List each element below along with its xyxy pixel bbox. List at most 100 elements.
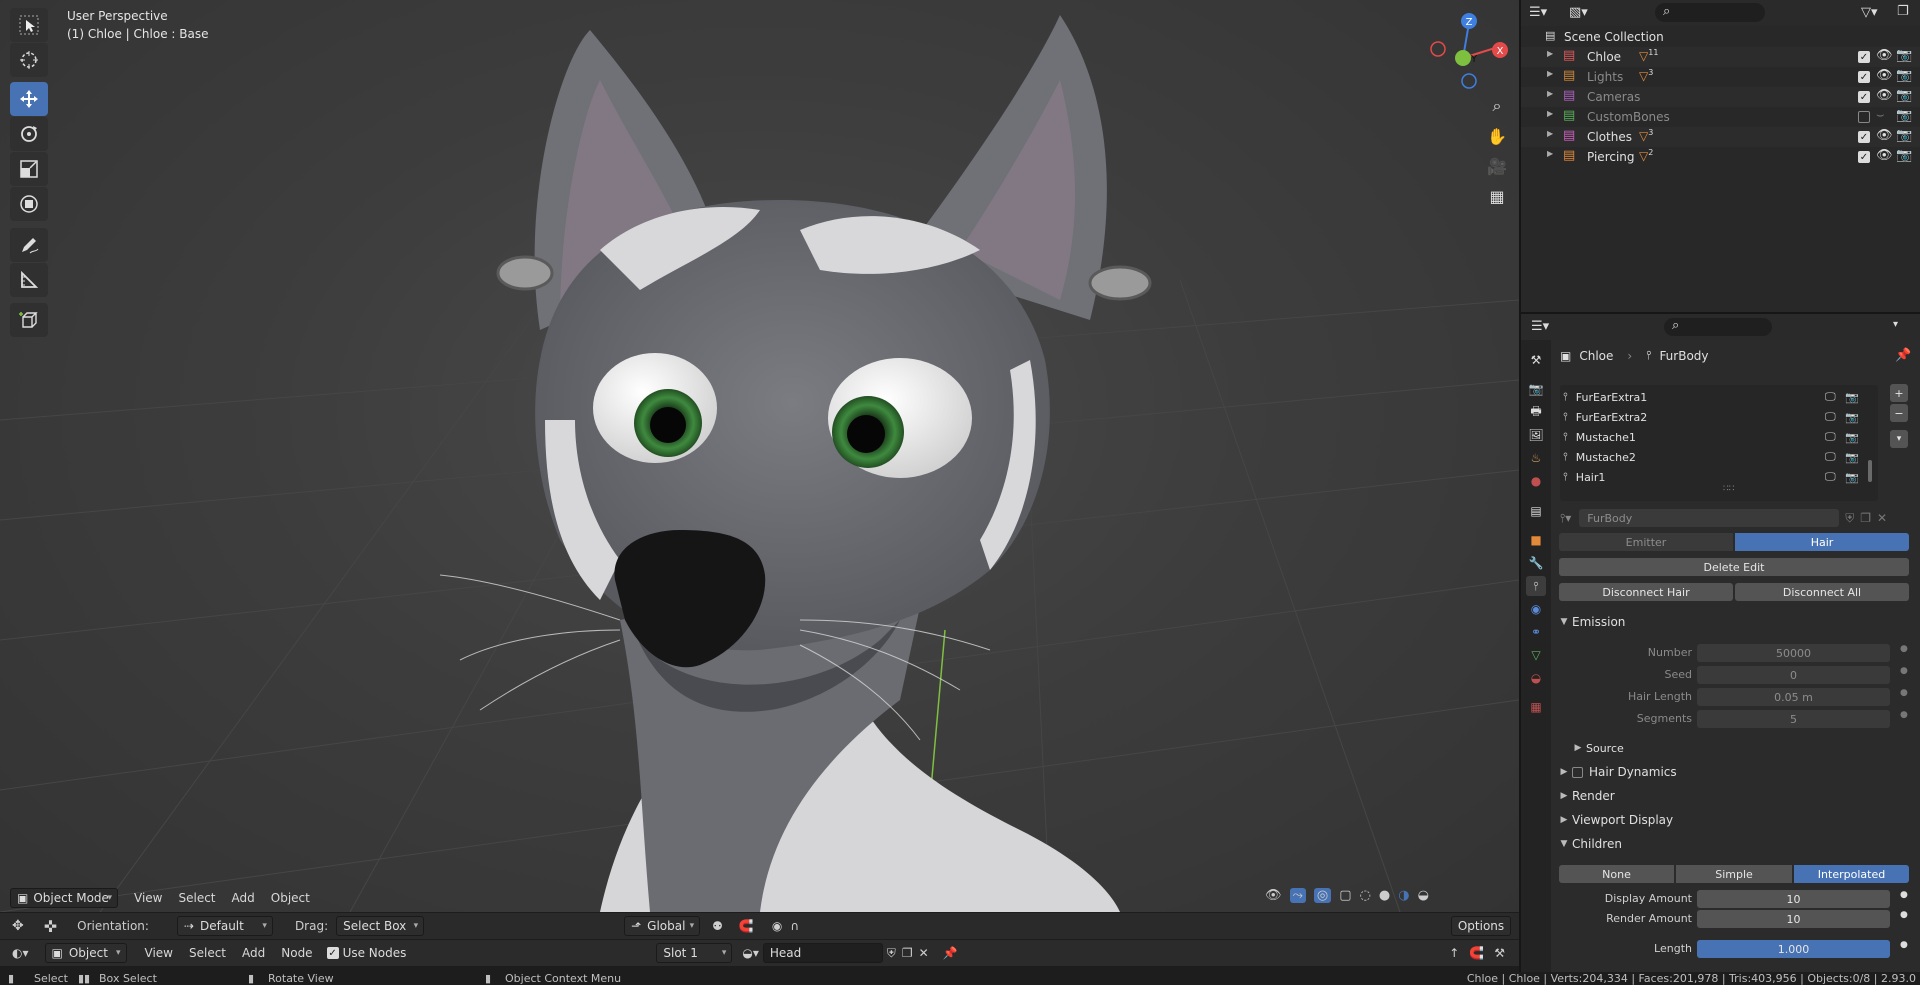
particle-system-item[interactable]: ⫯ FurEarExtra2 🖵 📷 — [1563, 407, 1863, 427]
render-camera-icon[interactable]: 📷 — [1896, 68, 1912, 83]
outliner-row-clothes[interactable]: ▶ ▤ Clothes ▽3 ✓ 👁 📷 — [1521, 127, 1920, 147]
emission-field-value[interactable]: 5 — [1697, 710, 1890, 728]
physics-tab-icon[interactable]: ◉ — [1526, 599, 1546, 619]
disconnect-all-button[interactable]: Disconnect All — [1735, 583, 1909, 601]
expand-arrow-icon[interactable]: ▶ — [1547, 89, 1553, 98]
visibility-eye-icon[interactable]: 👁 — [1265, 888, 1282, 903]
wireframe-shading-icon[interactable]: ◌ — [1360, 888, 1371, 903]
add-menu[interactable]: Add — [224, 888, 263, 908]
emission-panel-header[interactable]: ▼ Emission — [1556, 611, 1920, 633]
particle-system-item[interactable]: ⫯ FurEarExtra1 🖵 📷 — [1563, 387, 1863, 407]
transform-orientation-dropdown[interactable]: ⬏ Global ▾ — [624, 916, 701, 936]
duplicate-material-icon[interactable]: ❐ — [902, 946, 913, 960]
show-viewport-icon[interactable]: 🖵 — [1825, 390, 1836, 404]
select-tool-button[interactable] — [10, 8, 48, 42]
options-dropdown[interactable]: Options — [1451, 916, 1511, 936]
particle-settings-name-field[interactable]: FurBody — [1579, 509, 1840, 527]
keyframe-dot-icon[interactable]: ● — [1900, 940, 1908, 950]
outliner-row-cameras[interactable]: ▶ ▤ Cameras ✓ 👁 📷 — [1521, 87, 1920, 107]
use-nodes-checkbox[interactable]: ✓ — [326, 947, 339, 959]
source-subpanel-header[interactable]: ▶ Source — [1570, 737, 1920, 759]
list-resize-grip-icon[interactable]: ∷∷ — [1723, 484, 1734, 494]
render-camera-icon[interactable]: 📷 — [1845, 471, 1859, 484]
transform-tool-button[interactable] — [10, 187, 48, 221]
render-camera-icon[interactable]: 📷 — [1896, 48, 1912, 63]
material-name-field[interactable]: Head — [762, 943, 883, 963]
object-mode-dropdown[interactable]: ▣ Object Mode ▾ — [10, 888, 118, 908]
move-tool-button[interactable] — [10, 82, 48, 116]
object-menu[interactable]: Object — [263, 888, 318, 908]
add-cube-tool-button[interactable] — [10, 303, 48, 337]
filter-icon[interactable]: ▽▾ — [1861, 5, 1878, 20]
exclude-checkbox[interactable]: ✓ — [1858, 51, 1870, 63]
tool-icon[interactable]: ✥ — [12, 918, 24, 934]
material-slot-dropdown[interactable]: Slot 1 ▾ — [656, 943, 733, 963]
gizmo-toggle-icon[interactable]: ⤳ — [1289, 888, 1306, 903]
outliner-row-piercing[interactable]: ▶ ▤ Piercing ▽2 ✓ 👁 📷 — [1521, 147, 1920, 167]
zoom-icon[interactable]: ⌕ — [1482, 91, 1512, 121]
list-specials-chevron-down-icon[interactable]: ▾ — [1890, 430, 1908, 448]
node-add-menu[interactable]: Add — [234, 943, 273, 963]
display-mode-icon[interactable]: ☰▾ — [1529, 5, 1547, 20]
new-collection-icon[interactable]: ❐ — [1897, 4, 1909, 19]
camera-view-icon[interactable]: 🎥 — [1482, 151, 1512, 181]
select-menu[interactable]: Select — [170, 888, 223, 908]
length-slider[interactable]: 1.000 — [1697, 940, 1890, 958]
object-type-dropdown[interactable]: ▣ Object ▾ — [44, 943, 127, 963]
exclude-checkbox[interactable]: ✓ — [1858, 131, 1870, 143]
fake-user-shield-icon[interactable]: ⛨ — [887, 946, 896, 961]
emission-field-value[interactable]: 0 — [1697, 666, 1890, 684]
view-menu[interactable]: View — [126, 888, 170, 908]
collection-tab-icon[interactable]: ▤ — [1526, 501, 1546, 521]
outliner-row-chloe[interactable]: ▶ ▤ Chloe ▽11 ✓ 👁 📷 — [1521, 47, 1920, 67]
emitter-type-button[interactable]: Emitter — [1559, 533, 1733, 551]
disconnect-hair-button[interactable]: Disconnect Hair — [1559, 583, 1733, 601]
scene-tab-icon[interactable]: ♨ — [1526, 448, 1546, 468]
eye-visibility-icon[interactable]: 👁 — [1876, 128, 1893, 143]
expand-arrow-icon[interactable]: ▶ — [1547, 109, 1553, 118]
solid-shading-icon[interactable]: ● — [1379, 888, 1390, 903]
exclude-checkbox[interactable]: ✓ — [1858, 91, 1870, 103]
particle-system-item[interactable]: ⫯ Mustache1 🖵 📷 — [1563, 427, 1863, 447]
keyframe-dot-icon[interactable]: ● — [1900, 890, 1908, 900]
node-options-icon[interactable]: ⚒ — [1494, 946, 1505, 960]
delete-edit-button[interactable]: Delete Edit — [1559, 558, 1909, 576]
orientation-dropdown[interactable]: ⇢ Default ▾ — [176, 916, 273, 936]
proportional-edit-icon[interactable]: ◉ — [772, 919, 782, 933]
parent-node-tree-icon[interactable]: ↑ — [1449, 946, 1459, 960]
render-camera-icon[interactable]: 📷 — [1896, 88, 1912, 103]
view-layer-tab-icon[interactable]: 🖼 — [1526, 425, 1546, 445]
render-camera-icon[interactable]: 📷 — [1896, 148, 1912, 163]
pivot-icon[interactable]: ⚉ — [712, 919, 723, 933]
render-amount-field[interactable]: 10 — [1697, 910, 1890, 928]
texture-tab-icon[interactable]: ▦ — [1526, 697, 1546, 717]
exclude-checkbox[interactable] — [1858, 111, 1870, 123]
unlink-settings-icon[interactable]: ✕ — [1877, 511, 1887, 525]
exclude-checkbox[interactable]: ✓ — [1858, 71, 1870, 83]
world-tab-icon[interactable]: ● — [1526, 471, 1546, 491]
keyframe-dot-icon[interactable]: ● — [1900, 644, 1908, 654]
constraints-tab-icon[interactable]: ⚭ — [1526, 622, 1546, 642]
children-panel-header[interactable]: ▼ Children — [1556, 833, 1920, 855]
hair-type-button[interactable]: Hair — [1735, 533, 1909, 551]
material-sphere-icon[interactable]: ◒▾ — [742, 946, 759, 960]
pin-icon[interactable]: 📌 — [1895, 348, 1911, 363]
particle-system-item[interactable]: ⫯ Hair1 🖵 📷 — [1563, 467, 1863, 487]
cursor-tool-button[interactable] — [10, 43, 48, 77]
emission-field-value[interactable]: 0.05 m — [1697, 688, 1890, 706]
expand-arrow-icon[interactable]: ▶ — [1547, 49, 1553, 58]
children-simple-button[interactable]: Simple — [1676, 865, 1792, 883]
expand-arrow-icon[interactable]: ▶ — [1547, 129, 1553, 138]
render-camera-icon[interactable]: 📷 — [1896, 108, 1912, 123]
output-tab-icon[interactable]: 🖶 — [1526, 402, 1546, 422]
object-tab-icon[interactable]: ■ — [1526, 530, 1546, 550]
children-interpolated-button[interactable]: Interpolated — [1794, 865, 1909, 883]
list-scrollbar[interactable] — [1868, 460, 1872, 482]
particle-system-item[interactable]: ⫯ Mustache2 🖵 📷 — [1563, 447, 1863, 467]
xray-icon[interactable]: ▢ — [1339, 888, 1351, 903]
rotate-tool-button[interactable] — [10, 117, 48, 151]
properties-search-input[interactable]: ⌕ — [1664, 318, 1772, 336]
snap-node-icon[interactable]: 🧲 — [1469, 946, 1484, 960]
render-panel-header[interactable]: ▶ Render — [1556, 785, 1920, 807]
data-tab-icon[interactable]: ▽ — [1526, 645, 1546, 665]
